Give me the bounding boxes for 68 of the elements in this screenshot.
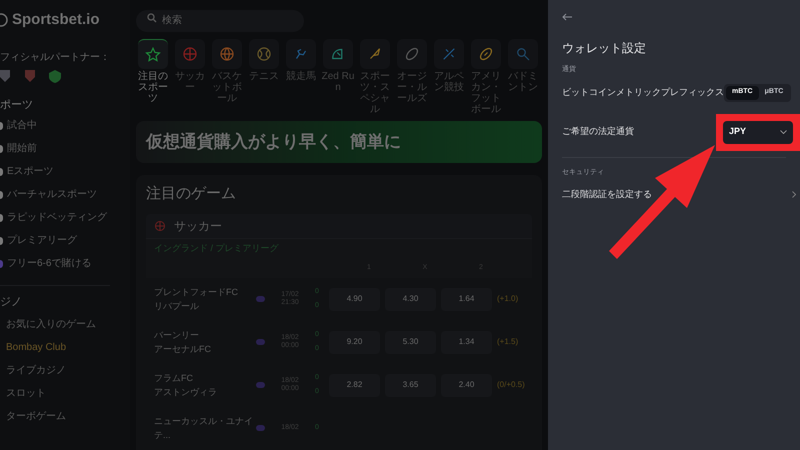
team-name: リバプール bbox=[154, 300, 200, 313]
sidebar-item[interactable]: 試合中 bbox=[0, 120, 130, 138]
team-name: アストンヴィラ bbox=[154, 386, 218, 399]
currency-select[interactable]: JPY bbox=[723, 120, 793, 144]
handicap-value: (+1.5) bbox=[497, 336, 518, 348]
promo-banner[interactable]: 仮想通貨購入がより早く、簡単に bbox=[136, 121, 542, 163]
odds-button[interactable]: 5.30 bbox=[385, 330, 436, 354]
sidebar-item[interactable]: Eスポーツ bbox=[0, 166, 130, 184]
sport-category[interactable]: バドミントン bbox=[506, 39, 540, 115]
sport-category[interactable]: Zed Run bbox=[321, 39, 355, 115]
sport-category[interactable]: アメリカン・フットボール bbox=[469, 39, 503, 115]
sport-category[interactable]: オージー・ルールズ bbox=[395, 39, 429, 115]
sport-name: サッカー bbox=[174, 218, 222, 234]
sport-category[interactable]: バスケットボール bbox=[210, 39, 244, 115]
team-name: フラムFC bbox=[154, 372, 194, 385]
shield-icon bbox=[48, 69, 62, 83]
sidebar-item[interactable]: フリー6-6で賭ける bbox=[0, 258, 130, 276]
chevron-right-icon bbox=[792, 191, 796, 198]
handicap-value: (0/+0.5) bbox=[497, 379, 525, 391]
search-field[interactable]: 検索 bbox=[136, 10, 304, 32]
odds-button[interactable]: 4.30 bbox=[385, 288, 436, 310]
sidebar-item[interactable]: ラピッドベッティング bbox=[0, 212, 130, 230]
sidebar-item[interactable]: バーチャルスポーツ bbox=[0, 188, 130, 208]
sport-category[interactable]: 注目のスポーツ bbox=[136, 39, 170, 115]
odds-button[interactable]: 1.64 bbox=[441, 288, 492, 310]
sport-category[interactable]: スポーツ・スペシャル bbox=[358, 39, 392, 115]
sidebar-item[interactable]: Bombay Club bbox=[6, 339, 130, 356]
setting-label: ご希望の法定通貨 bbox=[562, 125, 634, 138]
sidebar-item[interactable]: お気に入りのゲーム bbox=[6, 316, 130, 333]
team-name: ニューカッスル・ユナイテ... bbox=[154, 415, 254, 442]
stream-badge-icon bbox=[256, 296, 265, 302]
two-factor-row[interactable]: 二段階認証を設定する bbox=[562, 188, 796, 202]
odds-button[interactable]: 4.90 bbox=[329, 288, 380, 310]
football-icon bbox=[154, 220, 166, 232]
odds-button[interactable]: 2.40 bbox=[441, 374, 492, 396]
stream-badge-icon bbox=[256, 425, 265, 431]
sidebar-item[interactable]: ライブカジノ bbox=[6, 362, 130, 379]
sport-category[interactable]: 競走馬 bbox=[284, 39, 318, 115]
sport-category[interactable]: サッカー bbox=[173, 39, 207, 115]
section-heading: ジノ bbox=[0, 294, 23, 310]
stream-badge-icon bbox=[256, 339, 265, 345]
odds-button[interactable]: 2.82 bbox=[329, 374, 380, 396]
odds-button[interactable]: 1.34 bbox=[441, 330, 492, 354]
team-name: ブレントフォードFC bbox=[154, 286, 239, 299]
panel-title: ウォレット設定 bbox=[562, 40, 647, 57]
back-arrow-icon[interactable] bbox=[562, 13, 572, 21]
search-icon bbox=[147, 13, 157, 23]
sidebar-item[interactable]: スロット bbox=[6, 385, 130, 402]
team-name: バーンリー bbox=[154, 329, 200, 342]
stream-badge-icon bbox=[256, 382, 265, 388]
section-heading: ポーツ bbox=[0, 98, 34, 113]
handicap-value: (+1.0) bbox=[497, 293, 518, 305]
banner-text: 仮想通貨購入がより早く、簡単に bbox=[146, 131, 401, 154]
sidebar-item[interactable]: プレミアリーグ bbox=[0, 234, 130, 254]
logo-text: Sportsbet.io bbox=[12, 10, 100, 30]
team-name: アーセナルFC bbox=[154, 343, 212, 356]
setting-label: ビットコインメトリックプレフィックス bbox=[562, 86, 724, 99]
section-title: 注目のゲーム bbox=[146, 184, 237, 204]
sport-category[interactable]: アルペン競技 bbox=[432, 39, 466, 115]
partners-label: フィシャルパートナー： bbox=[0, 51, 111, 65]
club-crest-icon bbox=[0, 69, 12, 83]
odds-button[interactable]: 3.65 bbox=[385, 374, 436, 396]
sport-category[interactable]: テニス bbox=[247, 39, 281, 115]
club-crest-icon bbox=[24, 69, 36, 83]
sidebar-item[interactable]: 開始前 bbox=[0, 142, 130, 162]
odds-button[interactable]: 9.20 bbox=[329, 330, 380, 354]
sidebar-item[interactable]: ターボゲーム bbox=[6, 408, 130, 425]
chevron-down-icon bbox=[780, 130, 787, 134]
